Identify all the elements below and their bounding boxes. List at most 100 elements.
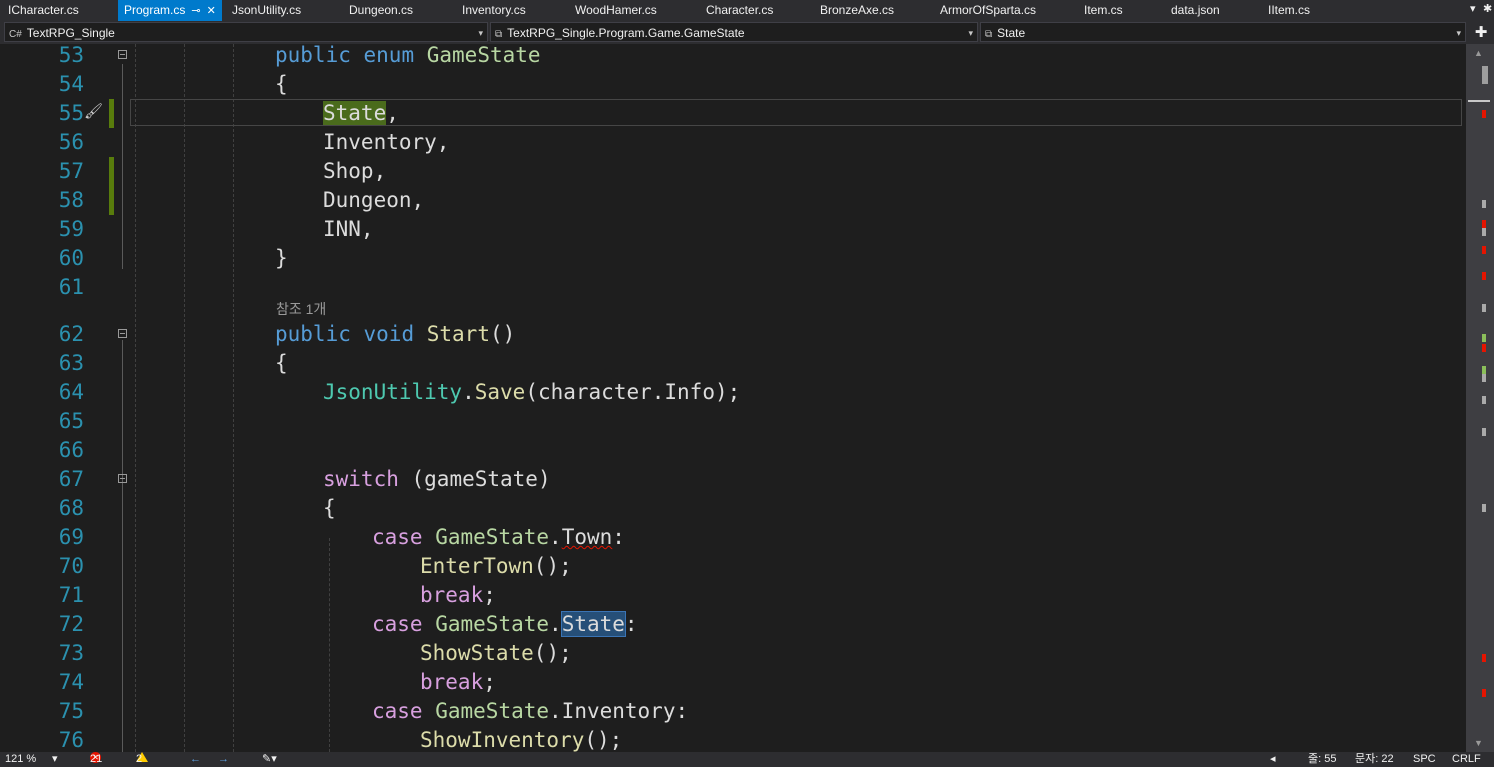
code-line[interactable]: 59 INN, xyxy=(0,215,1466,244)
tab-armorofsparta[interactable]: ArmorOfSparta.cs xyxy=(940,0,1036,21)
code-line[interactable]: 67 switch (gameState) xyxy=(0,465,1466,494)
line-number: 76 xyxy=(58,728,84,752)
line-number: 58 xyxy=(58,188,84,212)
token: GameState xyxy=(426,44,541,67)
collapse-icon[interactable] xyxy=(118,474,127,483)
scroll-down-icon[interactable]: ▼ xyxy=(1474,738,1483,748)
scroll-left-icon[interactable]: ◂ xyxy=(1270,752,1276,767)
code-line[interactable]: 76 ShowInventory(); xyxy=(0,726,1466,752)
line-indicator[interactable]: 줄: 55 xyxy=(1308,752,1336,767)
code-editor[interactable]: 53 public enum GameState 54 { 55 🖌 State… xyxy=(0,44,1466,752)
code-line[interactable]: 66 xyxy=(0,436,1466,465)
code-text: { xyxy=(323,496,336,520)
zoom-level[interactable]: 121 % xyxy=(5,752,36,767)
code-cleanup-icon[interactable]: ✎▾ xyxy=(262,752,277,767)
token: case xyxy=(372,699,423,723)
code-line[interactable]: 64 JsonUtility.Save(character.Info); xyxy=(0,378,1466,407)
marker xyxy=(1482,200,1486,208)
code-text: public enum GameState xyxy=(275,44,541,70)
code-text: } xyxy=(275,246,288,270)
token: GameState xyxy=(435,612,550,636)
quick-action-brush-icon[interactable]: 🖌 xyxy=(84,102,103,120)
token: . xyxy=(462,380,475,404)
error-count-text: 21 xyxy=(90,753,103,765)
code-line[interactable]: 62 public void Start() xyxy=(0,320,1466,349)
tab-bronzeaxe[interactable]: BronzeAxe.cs xyxy=(820,0,894,21)
collapse-icon[interactable] xyxy=(118,50,127,59)
code-line[interactable]: 70 EnterTown(); xyxy=(0,552,1466,581)
code-text: break; xyxy=(420,668,496,697)
tab-program[interactable]: Program.cs ⊸ ✕ xyxy=(118,0,222,21)
close-icon[interactable]: ✕ xyxy=(207,1,216,22)
csharp-project-icon: C# xyxy=(9,29,22,40)
token: (gameState) xyxy=(411,467,551,491)
line-number: 54 xyxy=(58,72,84,96)
tab-label: ICharacter.cs xyxy=(8,3,79,17)
change-marker xyxy=(1482,366,1486,374)
tab-inventory[interactable]: Inventory.cs xyxy=(462,0,526,21)
code-text: Inventory, xyxy=(323,130,450,154)
token: ShowState xyxy=(420,641,534,665)
tab-list-dropdown-icon[interactable]: ▾ xyxy=(1470,2,1476,15)
scroll-thumb[interactable] xyxy=(1482,66,1488,84)
code-line[interactable]: 68 { xyxy=(0,494,1466,523)
code-line[interactable]: 73 ShowState(); xyxy=(0,639,1466,668)
tab-item[interactable]: Item.cs xyxy=(1084,0,1123,21)
collapse-icon[interactable] xyxy=(118,329,127,338)
token: , xyxy=(386,101,399,125)
change-marker xyxy=(109,157,114,186)
code-line[interactable]: 55 🖌 State, xyxy=(0,99,1466,128)
editor-status-bar: 121 % ▾ ✕ 21 2 ← → ✎▾ ◂ 줄: 55 문자: 22 SPC … xyxy=(0,752,1494,767)
type-dropdown[interactable]: ⧉ TextRPG_Single.Program.Game.GameState ▾ xyxy=(490,22,978,42)
line-number: 74 xyxy=(58,670,84,694)
whitespace-indicator[interactable]: SPC xyxy=(1413,752,1436,767)
change-marker xyxy=(1482,334,1486,342)
tab-dungeon[interactable]: Dungeon.cs xyxy=(349,0,413,21)
zoom-dropdown-icon[interactable]: ▾ xyxy=(52,752,58,767)
code-line[interactable]: 60 } xyxy=(0,244,1466,273)
code-line[interactable]: 74 break; xyxy=(0,668,1466,697)
code-line[interactable]: 69 case GameState.Town: xyxy=(0,523,1466,552)
split-window-icon[interactable]: ✚ xyxy=(1468,21,1494,44)
member-dropdown[interactable]: ⧉ State ▾ xyxy=(980,22,1466,42)
marker xyxy=(1482,304,1486,312)
tab-woodhamer[interactable]: WoodHamer.cs xyxy=(575,0,657,21)
tab-character[interactable]: Character.cs xyxy=(706,0,773,21)
code-line[interactable]: 63 { xyxy=(0,349,1466,378)
code-line[interactable]: 56 Inventory, xyxy=(0,128,1466,157)
code-line[interactable]: 72 case GameState.State: xyxy=(0,610,1466,639)
highlighted-symbol: State xyxy=(323,101,387,125)
line-number: 64 xyxy=(58,380,84,404)
token: (character.Info); xyxy=(525,380,741,404)
code-line[interactable]: 75 case GameState.Inventory: xyxy=(0,697,1466,726)
chevron-down-icon: ▾ xyxy=(968,28,973,38)
error-token[interactable]: Town xyxy=(562,525,613,549)
tab-data-json[interactable]: data.json xyxy=(1171,0,1220,21)
line-ending-indicator[interactable]: CRLF xyxy=(1452,752,1481,767)
pin-icon[interactable]: ⊸ xyxy=(191,1,200,22)
code-line[interactable]: 71 break; xyxy=(0,581,1466,610)
code-line[interactable]: 57 Shop, xyxy=(0,157,1466,186)
line-number: 66 xyxy=(58,438,84,462)
code-text: case GameState.Inventory: xyxy=(372,697,688,726)
project-dropdown[interactable]: C# TextRPG_Single ▾ xyxy=(4,22,488,42)
code-line[interactable]: 54 { xyxy=(0,70,1466,99)
tab-iitem[interactable]: IItem.cs xyxy=(1268,0,1310,21)
navigate-back-icon[interactable]: ← xyxy=(190,752,201,767)
scroll-up-icon[interactable]: ▲ xyxy=(1474,48,1483,58)
code-line[interactable]: 61 xyxy=(0,273,1466,302)
codelens-references[interactable]: 참조 1개 xyxy=(276,299,326,319)
token: . xyxy=(549,525,562,549)
tab-jsonutility[interactable]: JsonUtility.cs xyxy=(232,0,301,21)
column-indicator[interactable]: 문자: 22 xyxy=(1355,752,1394,767)
tab-label: BronzeAxe.cs xyxy=(820,3,895,17)
code-text: ShowInventory(); xyxy=(420,726,622,752)
code-line[interactable]: 53 public enum GameState xyxy=(0,44,1466,70)
code-line[interactable]: 65 xyxy=(0,407,1466,436)
tab-icharacter[interactable]: ICharacter.cs xyxy=(8,0,79,21)
settings-gear-icon[interactable]: ✱ xyxy=(1483,2,1492,15)
vertical-scrollbar[interactable]: ▲ ▼ xyxy=(1466,44,1494,752)
navigate-forward-icon[interactable]: → xyxy=(218,752,229,767)
error-marker xyxy=(1482,689,1486,697)
code-line[interactable]: 58 Dungeon, xyxy=(0,186,1466,215)
